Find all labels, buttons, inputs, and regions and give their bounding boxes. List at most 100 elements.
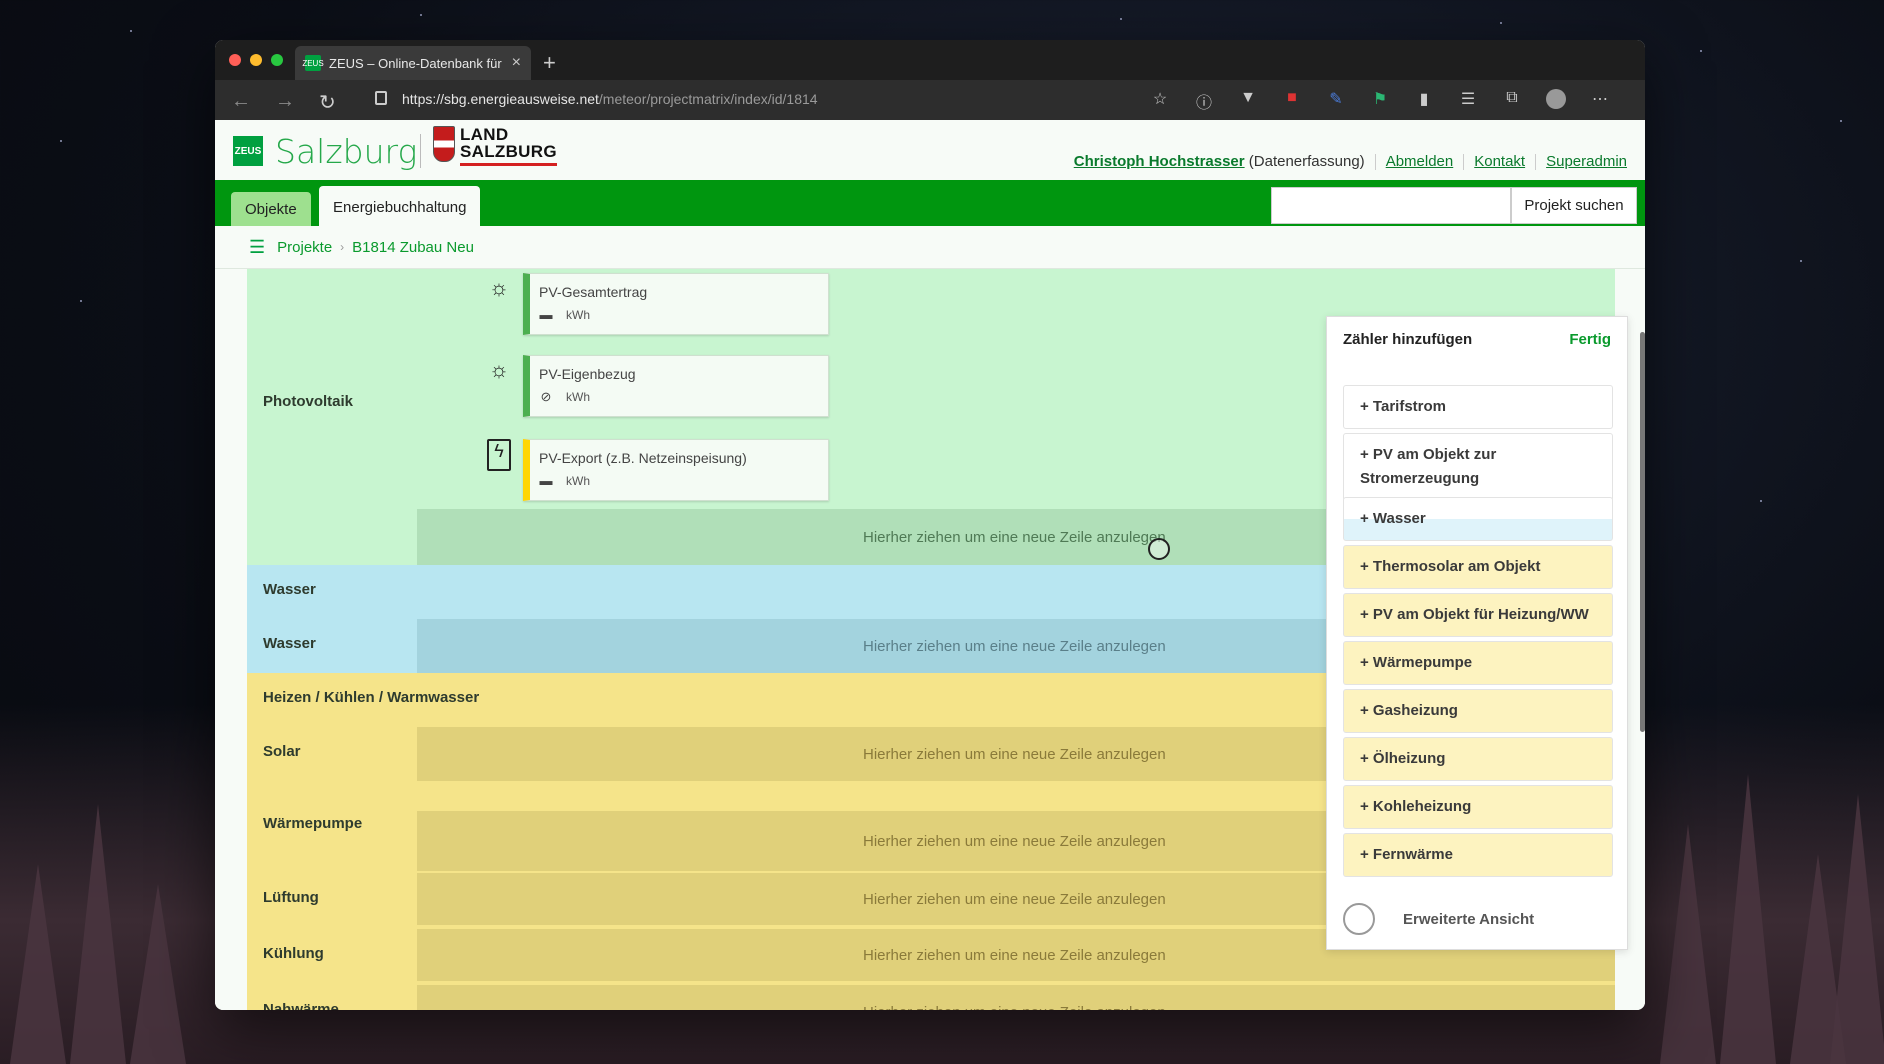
drop-hint: Hierher ziehen um eine neue Zeile anzule…	[863, 946, 1166, 964]
row-label: Lüftung	[263, 889, 319, 906]
favicon-icon: ZEUS	[302, 55, 324, 71]
breadcrumb-project[interactable]: B1814 Zubau Neu	[352, 239, 474, 256]
project-search-button[interactable]: Projekt suchen	[1511, 187, 1637, 224]
add-meter-panel: Zähler hinzufügen Fertig + Tarifstrom + …	[1326, 316, 1628, 950]
tab-objekte[interactable]: Objekte	[231, 192, 311, 226]
add-waermepumpe-button[interactable]: + Wärmepumpe	[1343, 641, 1613, 685]
logout-link[interactable]: Abmelden	[1386, 153, 1454, 170]
browser-tabbar: ZEUS ZEUS – Online-Datenbank für E × +	[215, 40, 1645, 80]
meter-card[interactable]: PV-Eigenbezug ⊘ kWh	[523, 355, 829, 417]
land-salzburg-logo: LAND SALZBURG	[460, 126, 557, 160]
add-thermosolar-button[interactable]: + Thermosolar am Objekt	[1343, 545, 1613, 589]
drop-hint: Hierher ziehen um eine neue Zeile anzule…	[863, 890, 1166, 908]
advanced-view-toggle[interactable]	[1343, 903, 1375, 935]
meter-unit: kWh	[566, 308, 590, 322]
maximize-window-button[interactable]	[271, 54, 283, 66]
meter-card[interactable]: PV-Export (z.B. Netzeinspeisung) ▬ kWh	[523, 439, 829, 501]
breadcrumb-projects[interactable]: Projekte	[277, 239, 332, 256]
logo-text[interactable]: Salzburg	[275, 132, 417, 171]
tab-energiebuchhaltung[interactable]: Energiebuchhaltung	[319, 186, 481, 226]
meter-unit: kWh	[566, 390, 590, 404]
extension-shield-icon[interactable]: ■	[1282, 89, 1302, 109]
logo-divider	[420, 134, 421, 168]
extension-info-icon[interactable]: ▮	[1414, 89, 1434, 109]
divider	[1374, 153, 1376, 170]
url-field[interactable]: https://sbg.energieausweise.net/meteor/p…	[402, 91, 818, 107]
advanced-view-label: Erweiterte Ansicht	[1403, 911, 1535, 928]
add-oelheizung-button[interactable]: + Ölheizung	[1343, 737, 1613, 781]
panel-title: Zähler hinzufügen	[1343, 331, 1473, 348]
info-icon[interactable]: ⓘ	[1194, 89, 1214, 112]
extension-pen-icon[interactable]: ✎	[1326, 89, 1346, 109]
drop-zone[interactable]: Hierher ziehen um eine neue Zeile anzule…	[417, 985, 1615, 1010]
favorites-list-icon[interactable]: ☰	[1458, 89, 1478, 109]
add-kohleheizung-button[interactable]: + Kohleheizung	[1343, 785, 1613, 829]
add-fernwaerme-button[interactable]: + Fernwärme	[1343, 833, 1613, 877]
new-tab-icon[interactable]: +	[543, 50, 556, 76]
drop-hint: Hierher ziehen um eine neue Zeile anzule…	[863, 637, 1166, 655]
forward-icon[interactable]: →	[275, 90, 295, 113]
minimize-window-button[interactable]	[250, 54, 262, 66]
browser-tab[interactable]: ZEUS ZEUS – Online-Datenbank für E ×	[295, 46, 531, 80]
row-label: Nahwärme	[263, 1001, 339, 1010]
user-role: (Datenerfassung)	[1248, 153, 1365, 170]
electric-meter-icon: ϟ	[487, 439, 511, 471]
project-search-input[interactable]	[1271, 187, 1511, 224]
user-bar: Christoph Hochstrasser (Datenerfassung) …	[1074, 153, 1627, 170]
divider	[1463, 153, 1465, 170]
salzburg-crest-icon	[433, 126, 455, 162]
row-label: Wasser	[263, 635, 316, 652]
meter-name: PV-Eigenbezug	[539, 366, 636, 382]
address-bar: ← → ↻ https://sbg.energieausweise.net/me…	[215, 80, 1645, 120]
drop-hint: Hierher ziehen um eine neue Zeile anzule…	[863, 745, 1166, 763]
profile-avatar-icon[interactable]	[1546, 89, 1566, 109]
add-tarifstrom-button[interactable]: + Tarifstrom	[1343, 385, 1613, 429]
menu-icon[interactable]: ☰	[249, 237, 265, 258]
add-pv-strom-button[interactable]: + PV am Objekt zur Stromerzeugung	[1343, 433, 1613, 501]
tab-title: ZEUS – Online-Datenbank für E	[329, 55, 504, 71]
meter-name: PV-Gesamtertrag	[539, 284, 648, 300]
done-button[interactable]: Fertig	[1569, 331, 1611, 348]
close-window-button[interactable]	[229, 54, 241, 66]
divider	[1535, 153, 1537, 170]
drop-hint: Hierher ziehen um eine neue Zeile anzule…	[863, 528, 1166, 546]
window-controls	[229, 54, 283, 66]
blocked-icon: ⊘	[540, 389, 552, 404]
minus-icon: ▬	[539, 473, 553, 488]
pv-sun-icon: ☼	[488, 275, 510, 300]
add-gasheizung-button[interactable]: + Gasheizung	[1343, 689, 1613, 733]
land-logo-underline	[460, 163, 557, 166]
extension-flag-icon[interactable]: ⚑	[1370, 89, 1390, 109]
meter-unit: kWh	[566, 474, 590, 488]
contact-link[interactable]: Kontakt	[1474, 153, 1525, 170]
drop-hint: Hierher ziehen um eine neue Zeile anzule…	[863, 832, 1166, 850]
row-label: Solar	[263, 743, 301, 760]
breadcrumb: ☰ Projekte › B1814 Zubau Neu	[215, 226, 1645, 269]
mouse-cursor-icon	[1148, 538, 1170, 560]
add-pv-heizung-button[interactable]: + PV am Objekt für Heizung/WW	[1343, 593, 1613, 637]
meter-name: PV-Export (z.B. Netzeinspeisung)	[539, 450, 747, 466]
user-name-link[interactable]: Christoph Hochstrasser	[1074, 153, 1245, 170]
extension-v-icon[interactable]: ▼	[1238, 89, 1258, 109]
back-icon[interactable]: ←	[231, 90, 251, 113]
collections-icon[interactable]: ⧉	[1502, 89, 1522, 109]
url-path: /meteor/projectmatrix/index/id/1814	[598, 91, 818, 107]
meter-card[interactable]: PV-Gesamtertrag ▬ kWh	[523, 273, 829, 335]
row-label: Wärmepumpe	[263, 815, 363, 832]
row-label: Heizen / Kühlen / Warmwasser	[263, 689, 480, 706]
reload-icon[interactable]: ↻	[319, 90, 336, 115]
zeus-logo-icon[interactable]: ZEUS	[233, 136, 263, 166]
more-menu-icon[interactable]: ⋯	[1590, 89, 1610, 109]
favorite-star-icon[interactable]: ☆	[1150, 89, 1170, 109]
url-host: https://sbg.energieausweise.net	[402, 91, 599, 107]
close-tab-icon[interactable]: ×	[512, 54, 521, 72]
chevron-right-icon: ›	[340, 240, 345, 254]
land-line2: SALZBURG	[460, 142, 557, 161]
row-label: Photovoltaik	[263, 393, 354, 410]
page-scrollbar[interactable]	[1640, 332, 1645, 732]
lock-icon	[375, 91, 387, 105]
minus-icon: ▬	[539, 307, 553, 322]
superadmin-link[interactable]: Superadmin	[1546, 153, 1627, 170]
add-wasser-button[interactable]: + Wasser	[1343, 497, 1613, 541]
site-header: ZEUS Salzburg LAND SALZBURG Christoph Ho…	[215, 120, 1645, 180]
